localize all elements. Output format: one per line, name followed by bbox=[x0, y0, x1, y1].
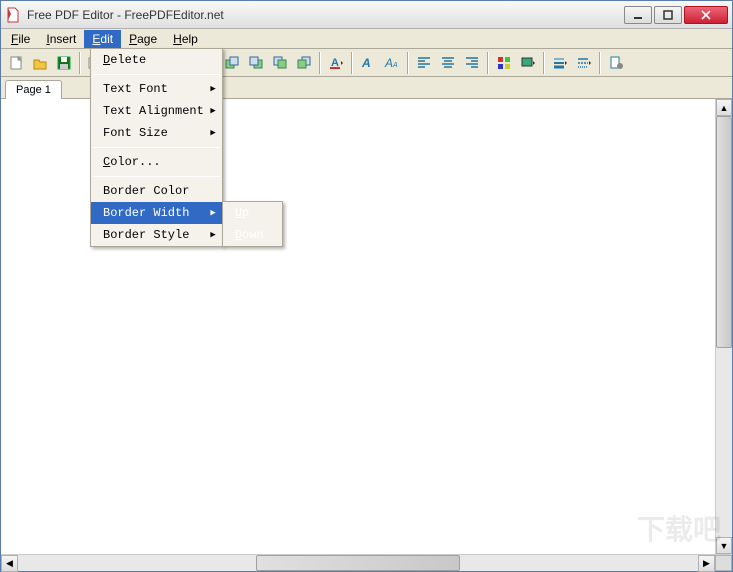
bring-forward-icon[interactable] bbox=[245, 52, 267, 74]
menu-separator bbox=[93, 147, 220, 148]
svg-text:A: A bbox=[384, 56, 393, 70]
send-back-icon[interactable] bbox=[293, 52, 315, 74]
scroll-thumb[interactable] bbox=[256, 555, 460, 571]
menu-separator bbox=[93, 176, 220, 177]
menu-text-alignment[interactable]: Text Alignment▶ bbox=[91, 100, 222, 122]
app-icon bbox=[5, 7, 21, 23]
menu-font-size[interactable]: Font Size▶ bbox=[91, 122, 222, 144]
submenu-up[interactable]: Up bbox=[223, 202, 282, 224]
maximize-button[interactable] bbox=[654, 6, 682, 24]
tab-page1[interactable]: Page 1 bbox=[5, 80, 62, 99]
close-button[interactable] bbox=[684, 6, 728, 24]
submenu-down[interactable]: Down bbox=[223, 224, 282, 246]
toolbar-separator bbox=[599, 52, 601, 74]
submenu-arrow-icon: ▶ bbox=[210, 106, 215, 116]
fill-color-icon[interactable] bbox=[517, 52, 539, 74]
vertical-scrollbar[interactable]: ▲ ▼ bbox=[715, 99, 732, 554]
bring-front-icon[interactable] bbox=[221, 52, 243, 74]
menu-color[interactable]: Color... bbox=[91, 151, 222, 173]
save-icon[interactable] bbox=[53, 52, 75, 74]
menu-border-width[interactable]: Border Width▶ Up Down bbox=[91, 202, 222, 224]
scroll-right-button[interactable]: ▶ bbox=[698, 555, 715, 572]
border-style-icon[interactable] bbox=[573, 52, 595, 74]
scroll-down-button[interactable]: ▼ bbox=[716, 537, 732, 554]
toolbar-separator bbox=[79, 52, 81, 74]
border-color-icon[interactable] bbox=[493, 52, 515, 74]
submenu-arrow-icon: ▶ bbox=[210, 230, 215, 240]
new-icon[interactable] bbox=[5, 52, 27, 74]
menu-file[interactable]: File bbox=[3, 30, 38, 48]
scroll-track[interactable] bbox=[716, 116, 732, 537]
scroll-corner bbox=[715, 555, 732, 571]
menu-separator bbox=[93, 74, 220, 75]
toolbar-separator bbox=[407, 52, 409, 74]
svg-text:A: A bbox=[361, 56, 371, 70]
window-controls bbox=[622, 6, 728, 24]
window-title: Free PDF Editor - FreePDFEditor.net bbox=[27, 8, 622, 22]
scroll-left-button[interactable]: ◀ bbox=[1, 555, 18, 572]
scroll-track[interactable] bbox=[18, 555, 698, 571]
horizontal-scrollbar[interactable]: ◀ ▶ bbox=[1, 554, 732, 571]
menu-border-style[interactable]: Border Style▶ bbox=[91, 224, 222, 246]
menu-border-color[interactable]: Border Color bbox=[91, 180, 222, 202]
text-color-icon[interactable]: A bbox=[325, 52, 347, 74]
submenu-arrow-icon: ▶ bbox=[210, 128, 215, 138]
titlebar: Free PDF Editor - FreePDFEditor.net bbox=[1, 1, 732, 29]
menu-help[interactable]: Help bbox=[165, 30, 206, 48]
send-backward-icon[interactable] bbox=[269, 52, 291, 74]
scroll-thumb[interactable] bbox=[716, 116, 732, 348]
menu-text-font[interactable]: Text Font▶ bbox=[91, 78, 222, 100]
toolbar-separator bbox=[543, 52, 545, 74]
font-icon[interactable]: A bbox=[357, 52, 379, 74]
align-center-icon[interactable] bbox=[437, 52, 459, 74]
align-right-icon[interactable] bbox=[461, 52, 483, 74]
svg-text:A: A bbox=[392, 62, 398, 69]
align-left-icon[interactable] bbox=[413, 52, 435, 74]
border-width-submenu: Up Down bbox=[222, 201, 283, 247]
scroll-up-button[interactable]: ▲ bbox=[716, 99, 732, 116]
toolbar-separator bbox=[487, 52, 489, 74]
menu-delete[interactable]: Delete bbox=[91, 49, 222, 71]
submenu-arrow-icon: ▶ bbox=[210, 84, 215, 94]
toolbar-separator bbox=[351, 52, 353, 74]
menu-insert[interactable]: Insert bbox=[38, 30, 84, 48]
menu-edit[interactable]: Edit bbox=[84, 30, 121, 48]
menubar: File Insert Edit Page Help bbox=[1, 29, 732, 49]
border-width-icon[interactable] bbox=[549, 52, 571, 74]
edit-dropdown: Delete Text Font▶ Text Alignment▶ Font S… bbox=[90, 48, 223, 247]
font-size-icon[interactable]: AA bbox=[381, 52, 403, 74]
toolbar-separator bbox=[319, 52, 321, 74]
menu-page[interactable]: Page bbox=[121, 30, 165, 48]
submenu-arrow-icon: ▶ bbox=[210, 208, 215, 218]
open-icon[interactable] bbox=[29, 52, 51, 74]
minimize-button[interactable] bbox=[624, 6, 652, 24]
page-setup-icon[interactable] bbox=[605, 52, 627, 74]
